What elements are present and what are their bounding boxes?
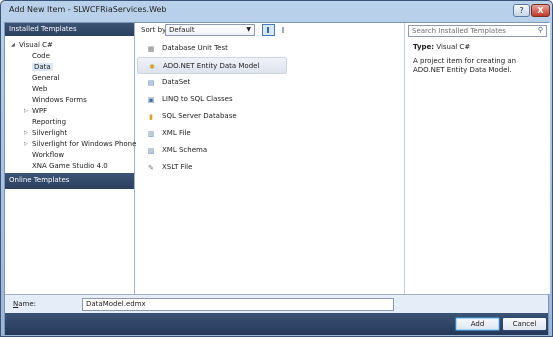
type-value: Visual C#	[436, 43, 471, 51]
tree-item-label: Web	[32, 85, 48, 93]
template-item[interactable]: ▧ XML Schema	[137, 142, 400, 159]
cancel-button[interactable]: Cancel	[502, 317, 547, 331]
tree-item-windows-forms[interactable]: Windows Forms	[5, 95, 134, 106]
tree-item-label: Data	[32, 63, 53, 71]
tree-item-workflow[interactable]: Workflow	[5, 150, 134, 161]
template-item-label: XML File	[162, 129, 191, 137]
close-button[interactable]: X	[531, 4, 550, 17]
template-list-pane: Sort by: Default ▼ ▦ Database Unit Test ✱ A…	[136, 23, 401, 294]
template-item[interactable]: ✱ ADO.NET Entity Data Model	[137, 57, 287, 74]
tree-item-web[interactable]: Web	[5, 84, 134, 95]
sort-bar: Sort by: Default ▼	[136, 23, 401, 38]
sort-by-label: Sort by:	[141, 26, 169, 34]
tree-item-wpf[interactable]: ▷ WPF	[5, 106, 134, 117]
sort-by-value: Default	[169, 26, 195, 34]
template-item-label: XML Schema	[162, 146, 208, 154]
template-tree-pane: Installed Templates ◢ Visual C# Code Data Ge…	[5, 23, 137, 294]
template-item[interactable]: ▣ LINQ to SQL Classes	[137, 91, 400, 108]
search-placeholder: Search Installed Templates	[412, 27, 506, 35]
name-row: Name: DataModel.edmx	[5, 295, 548, 313]
expanded-arrow-icon[interactable]: ◢	[11, 40, 15, 51]
name-input[interactable]: DataModel.edmx	[82, 298, 394, 311]
dialog-client: Installed Templates ◢ Visual C# Code Data Ge…	[4, 22, 550, 335]
template-item[interactable]: ▮ SQL Server Database	[137, 108, 400, 125]
tree-item-label: Reporting	[32, 118, 67, 126]
collapsed-arrow-icon[interactable]: ▷	[24, 128, 28, 139]
template-type: Type: Visual C#	[413, 43, 470, 51]
sql-database-icon: ▮	[149, 112, 153, 121]
template-item-label: Database Unit Test	[162, 44, 228, 52]
template-item-label: ADO.NET Entity Data Model	[163, 62, 260, 70]
entity-model-icon: ✱	[149, 62, 155, 71]
template-item[interactable]: ✎ XSLT File	[137, 159, 400, 176]
add-button[interactable]: Add	[455, 317, 500, 331]
list-view-icon	[267, 27, 269, 33]
template-item[interactable]: ▦ Database Unit Test	[137, 40, 400, 57]
collapsed-arrow-icon[interactable]: ▷	[24, 106, 28, 117]
dialog-window: Add New Item - SLWCFRiaServices.Web ? X …	[0, 0, 553, 337]
template-item-label: DataSet	[162, 78, 191, 86]
tree-item-label: Visual C#	[19, 41, 53, 49]
help-button[interactable]: ?	[513, 4, 530, 17]
template-item-label: XSLT File	[162, 163, 193, 171]
installed-templates-header: Installed Templates	[5, 23, 134, 36]
template-item-label: LINQ to SQL Classes	[162, 95, 233, 103]
tree-item-label: Workflow	[32, 151, 65, 159]
xml-schema-icon: ▧	[147, 146, 155, 155]
tree-item-data[interactable]: Data	[5, 62, 134, 73]
chevron-down-icon: ▼	[246, 26, 251, 33]
dialog-footer: Name: DataModel.edmx Add Cancel	[5, 294, 548, 335]
small-icons-view-button[interactable]	[277, 24, 290, 36]
database-unit-test-icon: ▦	[147, 44, 155, 53]
tree-item-label: Silverlight for Windows Phone	[32, 140, 137, 148]
tree-item-label: XNA Game Studio 4.0	[32, 162, 108, 170]
tree-item-label: Silverlight	[32, 129, 68, 137]
sort-by-select[interactable]: Default ▼	[165, 24, 255, 36]
tree-item-xna-game-studio-4-0[interactable]: XNA Game Studio 4.0	[5, 161, 134, 172]
tree-item-label: WPF	[32, 107, 48, 115]
tree-item-label: General	[32, 74, 60, 82]
template-details-pane: Search Installed Templates ⚲ Type: Visua…	[404, 23, 550, 294]
tree-item-silverlight[interactable]: ▷ Silverlight	[5, 128, 134, 139]
template-list: ▦ Database Unit Test ✱ ADO.NET Entity Data …	[137, 40, 400, 176]
online-templates-item[interactable]: Online Templates	[5, 173, 134, 189]
title-bar: Add New Item - SLWCFRiaServices.Web ? X	[1, 1, 552, 23]
search-input[interactable]: Search Installed Templates ⚲	[408, 25, 547, 37]
button-bar: Add Cancel	[5, 313, 548, 335]
medium-icons-view-button[interactable]	[262, 24, 275, 36]
template-tree: ◢ Visual C# Code Data General Web Windows Form…	[5, 36, 137, 172]
tree-item-visual-c-[interactable]: ◢ Visual C#	[5, 40, 134, 51]
xml-file-icon: ▥	[147, 129, 155, 138]
linq-icon: ▣	[147, 95, 155, 104]
collapsed-arrow-icon[interactable]: ▷	[24, 139, 28, 150]
window-title: Add New Item - SLWCFRiaServices.Web	[9, 5, 167, 14]
dataset-icon: ▤	[147, 78, 155, 87]
template-item-label: SQL Server Database	[162, 112, 237, 120]
tree-item-general[interactable]: General	[5, 73, 134, 84]
details-view-icon	[282, 27, 284, 33]
tree-item-code[interactable]: Code	[5, 51, 134, 62]
type-label: Type:	[413, 43, 435, 51]
search-icon[interactable]: ⚲	[538, 26, 543, 34]
template-description: A project item for creating an ADO.NET E…	[413, 57, 517, 74]
tree-item-label: Code	[32, 52, 50, 60]
tree-item-silverlight-for-windows-phone[interactable]: ▷ Silverlight for Windows Phone	[5, 139, 137, 150]
template-item[interactable]: ▤ DataSet	[137, 74, 400, 91]
xslt-file-icon: ✎	[148, 163, 154, 172]
tree-item-label: Windows Forms	[32, 96, 87, 104]
template-item[interactable]: ▥ XML File	[137, 125, 400, 142]
tree-item-reporting[interactable]: Reporting	[5, 117, 134, 128]
name-label: Name:	[13, 300, 37, 308]
